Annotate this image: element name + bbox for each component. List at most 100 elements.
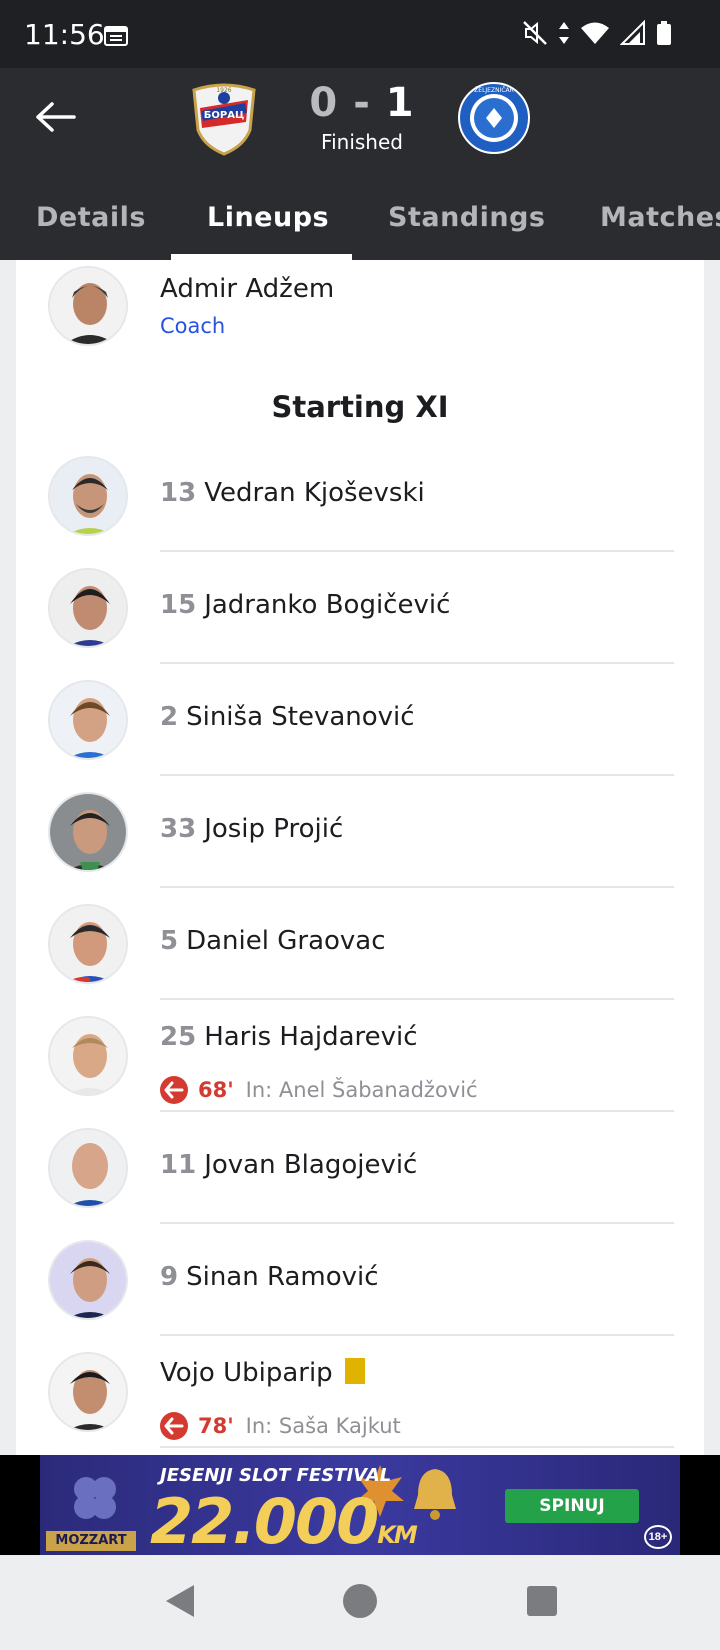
player-number: 15: [160, 590, 197, 620]
substitution-info: 78' In: Saša Kajkut: [160, 1412, 401, 1440]
player-label: 11 Jovan Blagojević: [160, 1150, 417, 1180]
back-arrow-icon: [36, 102, 76, 132]
player-name: Siniša Stevanović: [186, 702, 415, 732]
home-score: 0: [309, 80, 339, 126]
home-logo-text: БОРАЦ: [204, 110, 244, 121]
substitution-minute: 68': [198, 1078, 234, 1102]
player-avatar: [48, 568, 128, 648]
player-avatar: [48, 1016, 128, 1096]
player-label: 25 Haris Hajdarević: [160, 1022, 418, 1052]
divider: [160, 886, 674, 888]
mute-icon: [522, 20, 548, 51]
nav-home-icon: [343, 1584, 377, 1618]
tab-bar: Details Lineups Standings Matches: [0, 180, 720, 260]
ad-amount: 22.000KM: [150, 1485, 418, 1555]
player-label: 2 Siniša Stevanović: [160, 702, 415, 732]
home-team-logo[interactable]: БОРАЦ 1926: [186, 80, 262, 156]
player-number: 13: [160, 478, 197, 508]
status-time: 11:56: [24, 18, 105, 51]
coach-avatar: [48, 266, 128, 346]
player-name: Daniel Graovac: [186, 926, 386, 956]
nav-home-button[interactable]: [342, 1581, 378, 1626]
away-score: 1: [385, 80, 415, 126]
score-separator: -: [353, 80, 371, 126]
ad-brand: MOZZART: [46, 1531, 136, 1551]
player-label: 33 Josip Projić: [160, 814, 343, 844]
player-label: 13 Vedran Kjoševski: [160, 478, 425, 508]
player-label: 9 Sinan Ramović: [160, 1262, 379, 1292]
tab-standings[interactable]: Standings: [388, 180, 546, 260]
data-arrows-icon: [558, 20, 570, 51]
away-logo-text: ŽELJEZNIČAR: [474, 86, 514, 94]
tab-matches[interactable]: Matches: [600, 180, 720, 260]
player-name: Jovan Blagojević: [204, 1150, 418, 1180]
section-title: Starting XI: [271, 390, 449, 424]
substitution-text: In: Anel Šabanadžović: [245, 1078, 478, 1102]
status-bar: 11:56: [0, 0, 720, 68]
substitution-text: In: Saša Kajkut: [245, 1414, 401, 1438]
divider: [160, 662, 674, 664]
player-label: Vojo Ubiparip: [160, 1357, 365, 1388]
player-number: 25: [160, 1022, 197, 1052]
player-name: Vedran Kjoševski: [204, 478, 425, 508]
score: 0 - 1: [300, 80, 424, 126]
player-name: Sinan Ramović: [186, 1262, 379, 1292]
match-status: Finished: [321, 130, 403, 154]
player-number: 9: [160, 1262, 179, 1292]
back-button[interactable]: [30, 92, 80, 142]
player-number: 33: [160, 814, 197, 844]
player-avatar: [48, 1352, 128, 1432]
player-name: Haris Hajdarević: [204, 1022, 418, 1052]
clover-icon: [74, 1477, 116, 1519]
battery-icon: [656, 20, 672, 51]
player-name: Jadranko Bogičević: [204, 590, 451, 620]
ad-currency: KM: [377, 1521, 418, 1549]
ad-age-badge: 18+: [644, 1525, 672, 1549]
tab-lineups[interactable]: Lineups: [207, 180, 329, 260]
tab-details[interactable]: Details: [36, 180, 146, 260]
divider: [160, 1222, 674, 1224]
player-label: 5 Daniel Graovac: [160, 926, 386, 956]
divider: [160, 550, 674, 552]
ad-spin-button[interactable]: SPINUJ: [505, 1489, 639, 1523]
wifi-icon: [580, 21, 610, 50]
coach-name: Admir Adžem: [160, 274, 335, 304]
substitution-out-icon: [160, 1412, 188, 1440]
coach-row[interactable]: Admir Adžem Coach: [16, 260, 704, 350]
player-avatar: [48, 1240, 128, 1320]
player-number: 11: [160, 1150, 197, 1180]
player-avatar: [48, 792, 128, 872]
yellow-card-icon: [344, 1357, 365, 1384]
divider: [160, 1334, 674, 1336]
player-label: 15 Jadranko Bogičević: [160, 590, 450, 620]
lineup-card: Admir Adžem Coach Starting XI 13 Vedran K…: [16, 260, 704, 1455]
player-avatar: [48, 904, 128, 984]
nav-recents-icon: [527, 1586, 557, 1616]
ad-title: JESENJI SLOT FESTIVAL: [160, 1465, 392, 1486]
ad-banner[interactable]: JESENJI SLOT FESTIVAL 22.000KM MOZZART S…: [40, 1455, 680, 1555]
ad-amount-value: 22.000: [150, 1485, 379, 1555]
ad-bar: JESENJI SLOT FESTIVAL 22.000KM MOZZART S…: [0, 1455, 720, 1555]
signal-icon: [619, 19, 646, 51]
nav-back-icon: [166, 1585, 194, 1617]
divider: [160, 998, 674, 1000]
player-name: Josip Projić: [204, 814, 344, 844]
player-row[interactable]: Vojo Ubiparip 78' In: Saša Kajkut: [16, 1352, 704, 1455]
divider: [160, 1110, 674, 1112]
home-logo-year: 1926: [216, 87, 231, 94]
nav-back-button[interactable]: [162, 1581, 198, 1626]
away-team-logo[interactable]: ŽELJEZNIČAR: [456, 80, 532, 156]
substitution-out-icon: [160, 1076, 188, 1104]
nav-recents-button[interactable]: [524, 1581, 560, 1626]
bell-icon: [414, 1469, 456, 1520]
divider: [160, 1446, 674, 1448]
match-header: БОРАЦ 1926 0 - 1 Finished ŽELJEZNIČAR De…: [0, 68, 720, 260]
player-avatar: [48, 456, 128, 536]
player-name: Vojo Ubiparip: [160, 1358, 333, 1388]
substitution-minute: 78': [198, 1414, 234, 1438]
substitution-info: 68' In: Anel Šabanadžović: [160, 1076, 478, 1104]
player-number: 2: [160, 702, 179, 732]
divider: [160, 774, 674, 776]
player-avatar: [48, 680, 128, 760]
calendar-icon: [104, 24, 128, 51]
